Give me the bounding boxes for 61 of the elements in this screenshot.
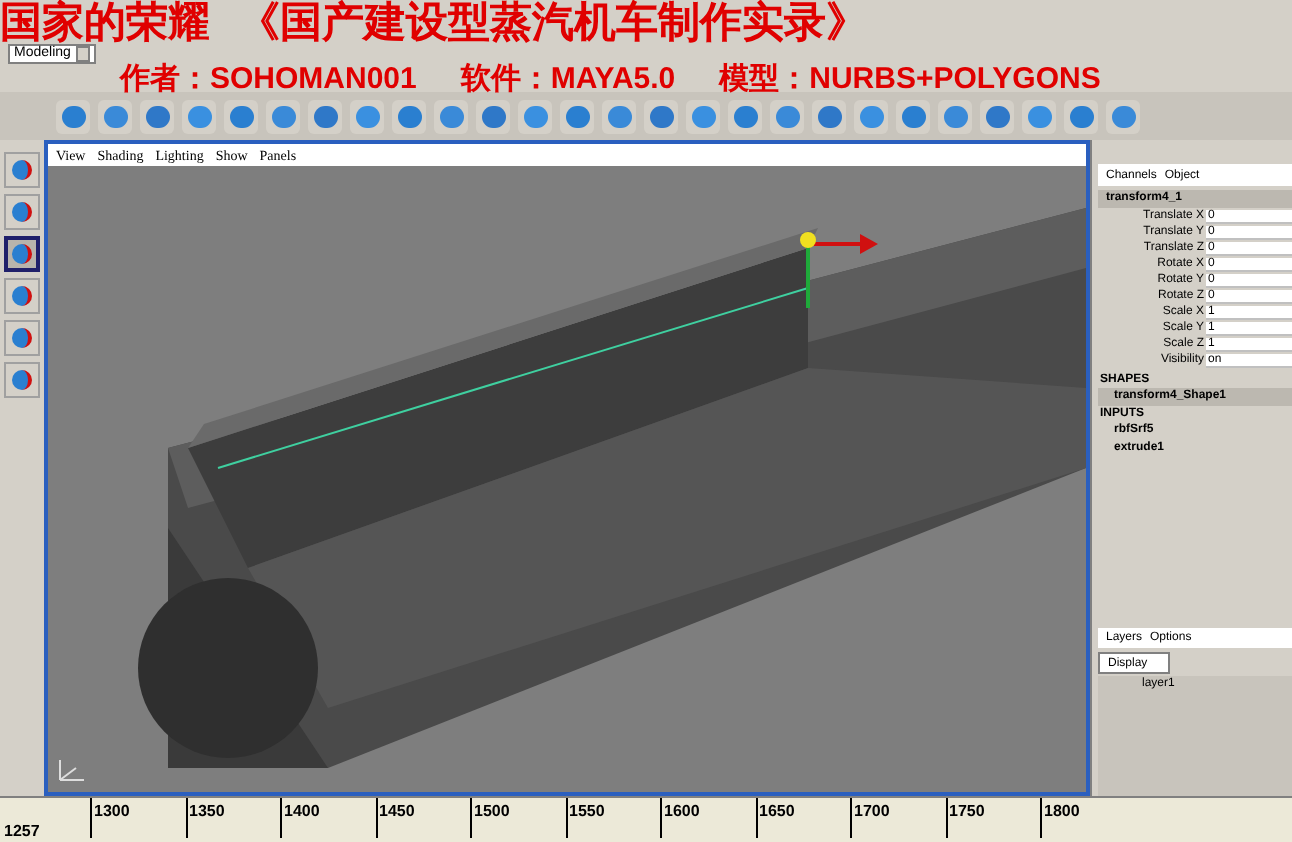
frame-number: 1600 xyxy=(664,800,700,824)
frame-number: 1700 xyxy=(854,800,890,824)
shelf-tool-icon[interactable] xyxy=(350,99,384,133)
frame-number: 1800 xyxy=(1044,800,1080,824)
current-frame: 1257 xyxy=(4,820,40,842)
shelf-tool-icon[interactable] xyxy=(392,99,426,133)
caption-credit: 模型：NURBS+POLYGONS xyxy=(719,64,1101,96)
frame-number: 1400 xyxy=(284,800,320,824)
shelf-tool-icon[interactable] xyxy=(434,99,468,133)
frame-number: 1500 xyxy=(474,800,510,824)
shelf-tool-icon[interactable] xyxy=(266,99,300,133)
shelf-tool-icon[interactable] xyxy=(854,99,888,133)
timeline-tick xyxy=(945,798,947,838)
shelf-tool-icon[interactable] xyxy=(560,99,594,133)
timeline-tick xyxy=(850,798,852,838)
shelf-tool-icon[interactable] xyxy=(770,99,804,133)
timeline-tick xyxy=(185,798,187,838)
shelf-tool-icon[interactable] xyxy=(518,99,552,133)
caption-credit: 作者：SOHOMAN001 xyxy=(120,64,417,96)
shelf-tool-icon[interactable] xyxy=(602,99,636,133)
shelf-tool-icon[interactable] xyxy=(1064,99,1098,133)
tool-icon[interactable] xyxy=(4,278,40,314)
frame-number: 1350 xyxy=(189,800,225,824)
shelf-tool-icon[interactable] xyxy=(938,99,972,133)
caption-title: 《国产建设型蒸汽机车制作实录》 xyxy=(238,2,868,46)
shelf-tool-icon[interactable] xyxy=(56,99,90,133)
shelf-tool-icon[interactable] xyxy=(1106,99,1140,133)
tool-icon[interactable] xyxy=(4,320,40,356)
shelf-tool-icon[interactable] xyxy=(644,99,678,133)
frame-number: 1650 xyxy=(759,800,795,824)
shelf-tool-icon[interactable] xyxy=(224,99,258,133)
timeline-tick xyxy=(280,798,282,838)
shelf-tool-icon[interactable] xyxy=(476,99,510,133)
timeline-tick xyxy=(1040,798,1042,838)
frame-number: 1450 xyxy=(379,800,415,824)
tool-icon[interactable] xyxy=(4,362,40,398)
shelf-tool-icon[interactable] xyxy=(98,99,132,133)
shelf-tool-icon[interactable] xyxy=(980,99,1014,133)
timeline-tick xyxy=(90,798,92,838)
timeline-tick xyxy=(755,798,757,838)
shelf-tool-icon[interactable] xyxy=(812,99,846,133)
tool-icon[interactable] xyxy=(4,152,40,188)
caption-title: 国家的荣耀 xyxy=(0,2,210,46)
caption-credit: 软件：MAYA5.0 xyxy=(460,64,676,96)
tool-icon[interactable] xyxy=(4,194,40,230)
frame-number: 1750 xyxy=(949,800,985,824)
shelf-tool-icon[interactable] xyxy=(308,99,342,133)
timeline-tick xyxy=(660,798,662,838)
shelf-tool-icon[interactable] xyxy=(182,99,216,133)
shelf-tool-icon[interactable] xyxy=(728,99,762,133)
shelf-tool-icon[interactable] xyxy=(140,99,174,133)
shelf-tool-icon[interactable] xyxy=(1022,99,1056,133)
axis-icon xyxy=(56,756,88,784)
timeline-tick xyxy=(565,798,567,838)
frame-number: 1300 xyxy=(94,800,130,824)
timeline-tick xyxy=(375,798,377,838)
frame-number: 1550 xyxy=(569,800,605,824)
timeline-tick xyxy=(470,798,472,838)
shelf-tool-icon[interactable] xyxy=(686,99,720,133)
tool-icon[interactable] xyxy=(4,236,40,272)
shelf-tool-icon[interactable] xyxy=(896,99,930,133)
